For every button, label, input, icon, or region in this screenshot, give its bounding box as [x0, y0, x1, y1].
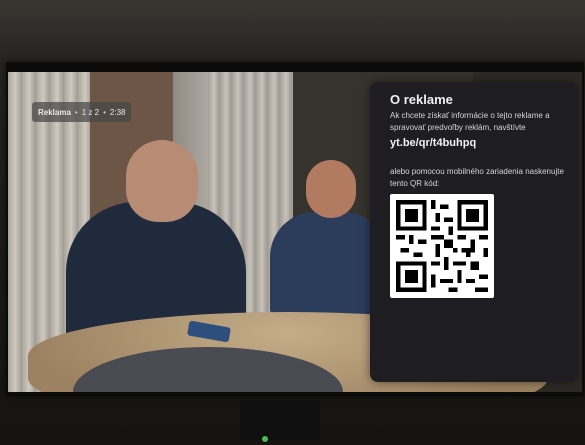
- ad-info-link[interactable]: yt.be/qr/t4buhpq: [390, 137, 476, 149]
- ad-info-qr-instruction: alebo pomocou mobilného zariadenia naske…: [390, 167, 564, 188]
- tv-stand: [240, 400, 320, 440]
- video-person-right-head: [306, 160, 356, 218]
- ad-badge-separator: •: [74, 107, 78, 117]
- ad-badge: Reklama • 1 z 2 • 2:38: [32, 102, 132, 122]
- ad-badge-position: 1 z 2: [81, 107, 100, 117]
- tv-screen: Reklama • 1 z 2 • 2:38 O reklame Ak chce…: [8, 72, 582, 392]
- ad-info-description: Ak chcete získať informácie o tejto rekl…: [390, 111, 550, 132]
- ad-info-title: O reklame: [390, 92, 453, 107]
- ad-badge-time: 2:38: [109, 107, 126, 117]
- power-led-icon: [262, 436, 268, 442]
- ad-badge-separator: •: [103, 107, 106, 117]
- qr-code-icon: [390, 194, 494, 298]
- video-person-left-head: [126, 140, 198, 222]
- ad-info-panel: O reklame Ak chcete získať informácie o …: [370, 82, 578, 382]
- ad-badge-label: Reklama: [38, 107, 71, 117]
